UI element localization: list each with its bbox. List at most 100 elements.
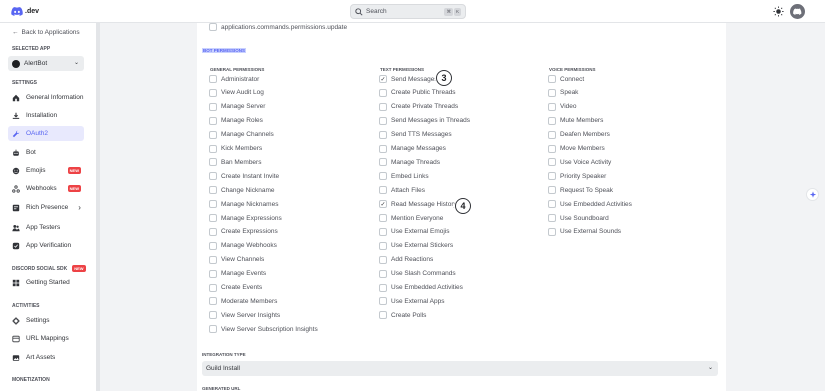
permission-row[interactable]: Manage Server <box>209 102 265 111</box>
permission-row[interactable]: Use External Emojis <box>379 227 450 236</box>
search-input[interactable]: Search ⌘ K <box>350 4 466 19</box>
checkbox[interactable] <box>548 102 556 111</box>
permission-row[interactable]: Manage Webhooks <box>209 241 277 250</box>
checkbox[interactable] <box>379 186 387 195</box>
permission-row[interactable]: Connect <box>548 75 584 83</box>
checkbox[interactable] <box>209 269 217 278</box>
checkbox[interactable] <box>379 311 387 320</box>
checkbox[interactable] <box>209 214 217 222</box>
checkbox[interactable] <box>209 241 217 250</box>
permission-row[interactable]: Create Polls <box>379 311 426 320</box>
sidebar-item-bot[interactable]: Bot <box>8 145 84 160</box>
floating-action-button[interactable] <box>806 188 819 201</box>
permission-row[interactable]: Priority Speaker <box>548 172 606 181</box>
checkbox[interactable]: ✓ <box>379 200 387 209</box>
checkbox[interactable] <box>209 186 217 195</box>
checkbox[interactable] <box>209 144 217 153</box>
permission-row[interactable]: Move Members <box>548 144 605 153</box>
checkbox[interactable] <box>209 23 217 31</box>
permission-row[interactable]: Embed Links <box>379 172 429 181</box>
permission-row[interactable]: ✓ Read Message History <box>379 200 457 209</box>
sidebar-item-oauth2[interactable]: OAuth2 <box>8 126 84 141</box>
checkbox[interactable] <box>209 172 217 181</box>
permission-row[interactable]: Request To Speak <box>548 186 613 195</box>
sidebar-item-activity-settings[interactable]: Settings <box>8 313 84 328</box>
permission-row[interactable]: Mention Everyone <box>379 214 443 222</box>
permission-row[interactable]: Manage Messages <box>379 144 446 153</box>
permission-row[interactable]: Change Nickname <box>209 186 274 195</box>
permission-row[interactable]: Mute Members <box>548 116 603 125</box>
integration-type-select[interactable]: Guild Install ⌄ <box>202 361 718 376</box>
permission-row[interactable]: Kick Members <box>209 144 262 153</box>
permission-row[interactable]: Use Embedded Activities <box>379 283 463 292</box>
sidebar-item-installation[interactable]: Installation <box>8 108 84 123</box>
checkbox[interactable] <box>548 214 556 222</box>
checkbox[interactable] <box>379 255 387 264</box>
permission-row[interactable]: View Channels <box>209 255 264 264</box>
permission-row[interactable]: Create Expressions <box>209 227 278 236</box>
checkbox[interactable] <box>379 158 387 167</box>
checkbox[interactable] <box>548 200 556 209</box>
checkbox[interactable] <box>379 227 387 236</box>
sun-icon[interactable] <box>773 6 784 17</box>
permission-row[interactable]: Administrator <box>209 75 259 83</box>
permission-row[interactable]: View Server Subscription Insights <box>209 325 318 334</box>
sidebar-item-getting-started[interactable]: Getting Started <box>8 275 84 290</box>
checkbox[interactable] <box>209 75 217 83</box>
checkbox[interactable] <box>209 311 217 320</box>
sidebar-item-emojis[interactable]: Emojis NEW <box>8 163 84 178</box>
back-to-applications-link[interactable]: ← Back to Applications <box>12 29 80 36</box>
sidebar-item-art-assets[interactable]: Art Assets <box>8 350 84 365</box>
permission-row[interactable]: Manage Roles <box>209 116 263 125</box>
permission-row[interactable]: Use External Sounds <box>548 227 621 236</box>
checkbox[interactable] <box>548 227 556 236</box>
sidebar-scrollbar[interactable] <box>97 23 100 391</box>
discord-dev-logo[interactable]: .dev <box>11 7 39 16</box>
checkbox[interactable] <box>209 297 217 306</box>
permission-row[interactable]: Add Reactions <box>379 255 433 264</box>
user-avatar[interactable] <box>790 4 805 19</box>
sidebar-item-rich-presence[interactable]: Rich Presence › <box>8 200 84 215</box>
sidebar-item-app-verification[interactable]: App Verification <box>8 238 84 253</box>
checkbox[interactable]: ✓ <box>379 75 387 83</box>
checkbox[interactable] <box>209 116 217 125</box>
sidebar-item-url-mappings[interactable]: URL Mappings <box>8 331 84 346</box>
permission-row[interactable]: Use Embedded Activities <box>548 200 632 209</box>
checkbox[interactable] <box>209 227 217 236</box>
sidebar-item-general-information[interactable]: General Information <box>8 90 84 105</box>
permission-row[interactable]: Send Messages in Threads <box>379 116 470 125</box>
checkbox[interactable] <box>379 172 387 181</box>
permission-row[interactable]: Manage Events <box>209 269 266 278</box>
permission-row[interactable]: ✓ Send Messages <box>379 75 438 83</box>
checkbox[interactable] <box>379 283 387 292</box>
permission-row[interactable]: Video <box>548 102 577 111</box>
permission-row[interactable]: Use External Stickers <box>379 241 453 250</box>
permission-row[interactable]: Moderate Members <box>209 297 277 306</box>
sidebar-item-webhooks[interactable]: Webhooks NEW <box>8 181 84 196</box>
permission-row[interactable]: Use Slash Commands <box>379 269 456 278</box>
app-selector[interactable]: AlertBot ⌄ <box>8 56 84 71</box>
permission-row[interactable]: Manage Nicknames <box>209 200 278 209</box>
checkbox[interactable] <box>548 116 556 125</box>
permission-row[interactable]: Use Soundboard <box>548 214 609 222</box>
checkbox[interactable] <box>209 130 217 139</box>
checkbox[interactable] <box>209 102 217 111</box>
checkbox[interactable] <box>209 255 217 264</box>
permission-row[interactable]: Manage Channels <box>209 130 274 139</box>
checkbox[interactable] <box>209 325 217 334</box>
top-permission-row[interactable]: applications.commands.permissions.update <box>209 23 347 31</box>
permission-row[interactable]: Create Events <box>209 283 262 292</box>
checkbox[interactable] <box>379 130 387 139</box>
checkbox[interactable] <box>209 88 217 97</box>
checkbox[interactable] <box>548 186 556 195</box>
checkbox[interactable] <box>548 130 556 139</box>
permission-row[interactable]: View Audit Log <box>209 88 264 97</box>
checkbox[interactable] <box>209 158 217 167</box>
checkbox[interactable] <box>379 241 387 250</box>
checkbox[interactable] <box>548 88 556 97</box>
permission-row[interactable]: Deafen Members <box>548 130 610 139</box>
checkbox[interactable] <box>379 144 387 153</box>
checkbox[interactable] <box>379 214 387 222</box>
checkbox[interactable] <box>379 102 387 111</box>
permission-row[interactable]: View Server Insights <box>209 311 280 320</box>
